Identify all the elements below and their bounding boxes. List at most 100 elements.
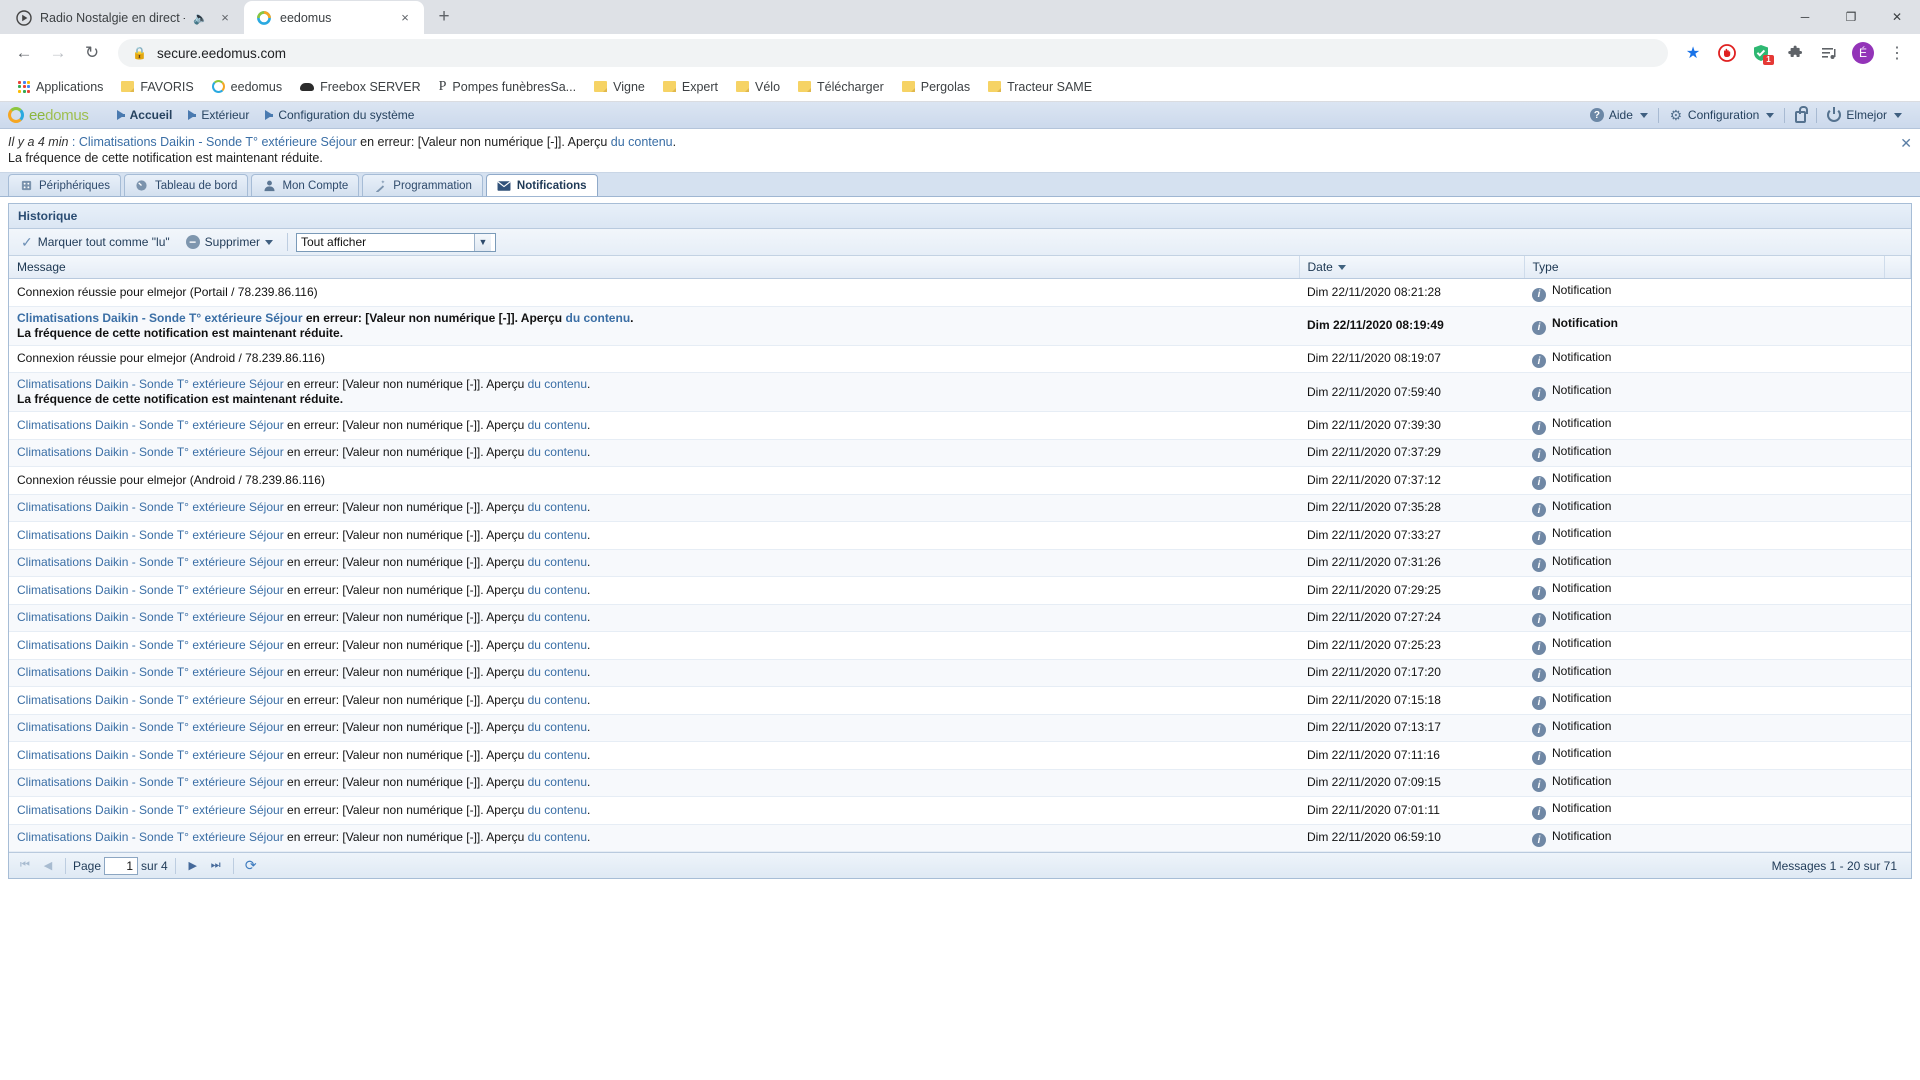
notification-content-link[interactable]: du contenu	[611, 135, 673, 149]
message-content-link[interactable]: du contenu	[528, 665, 587, 679]
message-content-link[interactable]: du contenu	[528, 638, 587, 652]
table-row[interactable]: Climatisations Daikin - Sonde T° extérie…	[9, 714, 1911, 742]
table-row[interactable]: Climatisations Daikin - Sonde T° extérie…	[9, 631, 1911, 660]
window-maximize-button[interactable]: ❐	[1828, 0, 1874, 34]
message-content-link[interactable]: du contenu	[528, 775, 587, 789]
bookmark-pergolas[interactable]: Pergolas	[894, 77, 978, 97]
message-content-link[interactable]: du contenu	[528, 418, 587, 432]
page-input[interactable]: 1	[104, 856, 139, 875]
window-minimize-button[interactable]: ─	[1782, 0, 1828, 34]
close-icon[interactable]: ✕	[1900, 135, 1912, 151]
tab-peripheriques[interactable]: Périphériques	[8, 174, 121, 196]
message-device-link[interactable]: Climatisations Daikin - Sonde T° extérie…	[17, 748, 284, 762]
tab-audio-speaker-icon[interactable]: 🔈	[193, 11, 208, 25]
bookmark-favoris[interactable]: FAVORIS	[113, 77, 201, 97]
table-row[interactable]: Connexion réussie pour elmejor (Android …	[9, 466, 1911, 495]
browser-tab-eedomus[interactable]: eedomus ×	[244, 1, 424, 34]
message-device-link[interactable]: Climatisations Daikin - Sonde T° extérie…	[17, 445, 284, 459]
table-row[interactable]: Climatisations Daikin - Sonde T° extérie…	[9, 796, 1911, 825]
message-content-link[interactable]: du contenu	[528, 610, 587, 624]
adblock-icon[interactable]	[1712, 38, 1742, 68]
back-button[interactable]: ←	[8, 37, 40, 69]
notification-device-link[interactable]: Climatisations Daikin - Sonde T° extérie…	[79, 135, 357, 149]
message-content-link[interactable]: du contenu	[528, 555, 587, 569]
bookmark-tracteur-same[interactable]: Tracteur SAME	[980, 77, 1100, 97]
user-menu[interactable]: Elmejor	[1817, 107, 1912, 122]
prev-page-button[interactable]: ◀	[38, 856, 58, 876]
eedomus-logo[interactable]: eedomus	[8, 107, 89, 124]
configuration-menu[interactable]: ⚙ Configuration	[1659, 107, 1784, 123]
message-content-link[interactable]: du contenu	[528, 528, 587, 542]
tab-programmation[interactable]: Programmation	[362, 174, 483, 196]
table-row[interactable]: Climatisations Daikin - Sonde T° extérie…	[9, 306, 1911, 346]
message-device-link[interactable]: Climatisations Daikin - Sonde T° extérie…	[17, 528, 284, 542]
media-playlist-icon[interactable]	[1814, 38, 1844, 68]
column-header-message[interactable]: Message	[9, 256, 1300, 279]
first-page-button[interactable]: ⏮	[15, 856, 35, 876]
bookmark-applications[interactable]: Applications	[10, 77, 111, 97]
bookmark-expert[interactable]: Expert	[655, 77, 726, 97]
message-content-link[interactable]: du contenu	[528, 830, 587, 844]
message-device-link[interactable]: Climatisations Daikin - Sonde T° extérie…	[17, 311, 303, 325]
message-content-link[interactable]: du contenu	[528, 377, 587, 391]
shield-check-icon[interactable]: 1	[1746, 38, 1776, 68]
table-row[interactable]: Climatisations Daikin - Sonde T° extérie…	[9, 411, 1911, 440]
bookmark-vigne[interactable]: Vigne	[586, 77, 653, 97]
message-content-link[interactable]: du contenu	[528, 803, 587, 817]
message-content-link[interactable]: du contenu	[528, 693, 587, 707]
column-header-type[interactable]: Type	[1524, 256, 1885, 279]
table-row[interactable]: Climatisations Daikin - Sonde T° extérie…	[9, 686, 1911, 715]
message-device-link[interactable]: Climatisations Daikin - Sonde T° extérie…	[17, 610, 284, 624]
message-device-link[interactable]: Climatisations Daikin - Sonde T° extérie…	[17, 720, 284, 734]
table-row[interactable]: Climatisations Daikin - Sonde T° extérie…	[9, 604, 1911, 632]
bookmark-telecharger[interactable]: Télécharger	[790, 77, 892, 97]
table-row[interactable]: Climatisations Daikin - Sonde T° extérie…	[9, 494, 1911, 522]
next-page-button[interactable]: ▶	[183, 856, 203, 876]
tab-notifications[interactable]: Notifications	[485, 174, 598, 196]
table-row[interactable]: Climatisations Daikin - Sonde T° extérie…	[9, 549, 1911, 577]
profile-avatar[interactable]: É	[1848, 38, 1878, 68]
table-row[interactable]: Climatisations Daikin - Sonde T° extérie…	[9, 439, 1911, 467]
breadcrumb-accueil[interactable]: Accueil	[116, 108, 172, 122]
bookmark-pompes-funebres[interactable]: P Pompes funèbresSa...	[431, 76, 584, 98]
tab-tableau-de-bord[interactable]: Tableau de bord	[123, 174, 249, 196]
breadcrumb-exterieur[interactable]: Extérieur	[188, 108, 249, 122]
table-row[interactable]: Climatisations Daikin - Sonde T° extérie…	[9, 741, 1911, 770]
tab-close-icon[interactable]: ×	[396, 9, 414, 27]
message-device-link[interactable]: Climatisations Daikin - Sonde T° extérie…	[17, 665, 284, 679]
table-row[interactable]: Connexion réussie pour elmejor (Portail …	[9, 278, 1911, 307]
message-device-link[interactable]: Climatisations Daikin - Sonde T° extérie…	[17, 377, 284, 391]
message-device-link[interactable]: Climatisations Daikin - Sonde T° extérie…	[17, 555, 284, 569]
table-row[interactable]: Climatisations Daikin - Sonde T° extérie…	[9, 659, 1911, 687]
bookmark-eedomus[interactable]: eedomus	[204, 77, 290, 97]
message-device-link[interactable]: Climatisations Daikin - Sonde T° extérie…	[17, 693, 284, 707]
browser-tab-radio-nostalgie[interactable]: Radio Nostalgie en direct - É 🔈 ×	[4, 1, 244, 34]
address-bar[interactable]: 🔒 secure.eedomus.com	[118, 39, 1668, 67]
window-close-button[interactable]: ✕	[1874, 0, 1920, 34]
message-device-link[interactable]: Climatisations Daikin - Sonde T° extérie…	[17, 803, 284, 817]
message-device-link[interactable]: Climatisations Daikin - Sonde T° extérie…	[17, 775, 284, 789]
forward-button[interactable]: →	[42, 37, 74, 69]
message-device-link[interactable]: Climatisations Daikin - Sonde T° extérie…	[17, 500, 284, 514]
refresh-button[interactable]: ⟳	[241, 856, 261, 876]
extensions-puzzle-icon[interactable]	[1780, 38, 1810, 68]
message-device-link[interactable]: Climatisations Daikin - Sonde T° extérie…	[17, 830, 284, 844]
chevron-down-icon[interactable]: ▼	[474, 233, 491, 251]
tab-mon-compte[interactable]: Mon Compte	[251, 174, 360, 196]
mark-all-read-button[interactable]: ✓ Marquer tout comme "lu"	[15, 232, 176, 253]
table-row[interactable]: Climatisations Daikin - Sonde T° extérie…	[9, 372, 1911, 412]
bookmark-velo[interactable]: Vélo	[728, 77, 788, 97]
table-row[interactable]: Climatisations Daikin - Sonde T° extérie…	[9, 824, 1911, 852]
bookmark-freebox-server[interactable]: Freebox SERVER	[292, 77, 429, 97]
last-page-button[interactable]: ⏭	[206, 856, 226, 876]
message-content-link[interactable]: du contenu	[565, 311, 630, 325]
message-device-link[interactable]: Climatisations Daikin - Sonde T° extérie…	[17, 418, 284, 432]
lock-button[interactable]	[1785, 105, 1816, 123]
chevron-down-icon[interactable]	[265, 239, 273, 245]
new-tab-button[interactable]: +	[430, 3, 458, 31]
message-device-link[interactable]: Climatisations Daikin - Sonde T° extérie…	[17, 583, 284, 597]
table-row[interactable]: Climatisations Daikin - Sonde T° extérie…	[9, 576, 1911, 605]
tab-close-icon[interactable]: ×	[216, 9, 234, 27]
table-row[interactable]: Climatisations Daikin - Sonde T° extérie…	[9, 769, 1911, 797]
help-menu[interactable]: ? Aide	[1580, 108, 1658, 122]
